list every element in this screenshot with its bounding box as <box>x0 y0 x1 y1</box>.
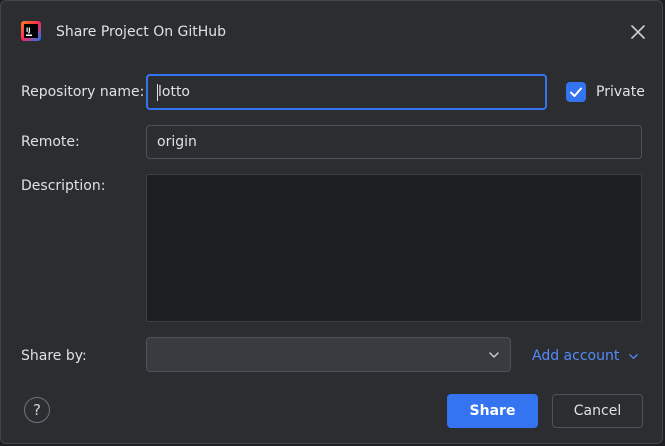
description-label: Description: <box>21 178 106 194</box>
chevron-down-icon <box>628 353 638 359</box>
description-textarea[interactable] <box>146 174 642 322</box>
add-account-label: Add account <box>532 348 620 364</box>
share-project-dialog: IJ Share Project On GitHub Repository na… <box>0 0 663 444</box>
intellij-idea-icon: IJ <box>21 21 41 41</box>
close-icon[interactable] <box>629 23 647 41</box>
private-checkbox[interactable] <box>566 82 586 102</box>
repository-name-label: Repository name: <box>21 84 145 100</box>
cancel-button[interactable]: Cancel <box>552 394 643 428</box>
share-button[interactable]: Share <box>447 394 538 428</box>
share-by-label: Share by: <box>21 348 87 364</box>
repository-name-input[interactable]: lotto <box>146 74 547 110</box>
add-account-link[interactable]: Add account <box>532 347 639 365</box>
dialog-title: Share Project On GitHub <box>56 24 227 40</box>
chevron-down-icon <box>489 352 499 358</box>
remote-value: origin <box>157 134 197 150</box>
share-by-dropdown[interactable] <box>146 337 511 372</box>
help-button[interactable]: ? <box>24 397 50 423</box>
repository-name-value: lotto <box>158 84 190 100</box>
checkmark-icon <box>570 87 582 97</box>
remote-label: Remote: <box>21 134 80 150</box>
svg-text:IJ: IJ <box>26 27 30 34</box>
private-label[interactable]: Private <box>596 83 645 101</box>
remote-input[interactable]: origin <box>146 125 642 159</box>
